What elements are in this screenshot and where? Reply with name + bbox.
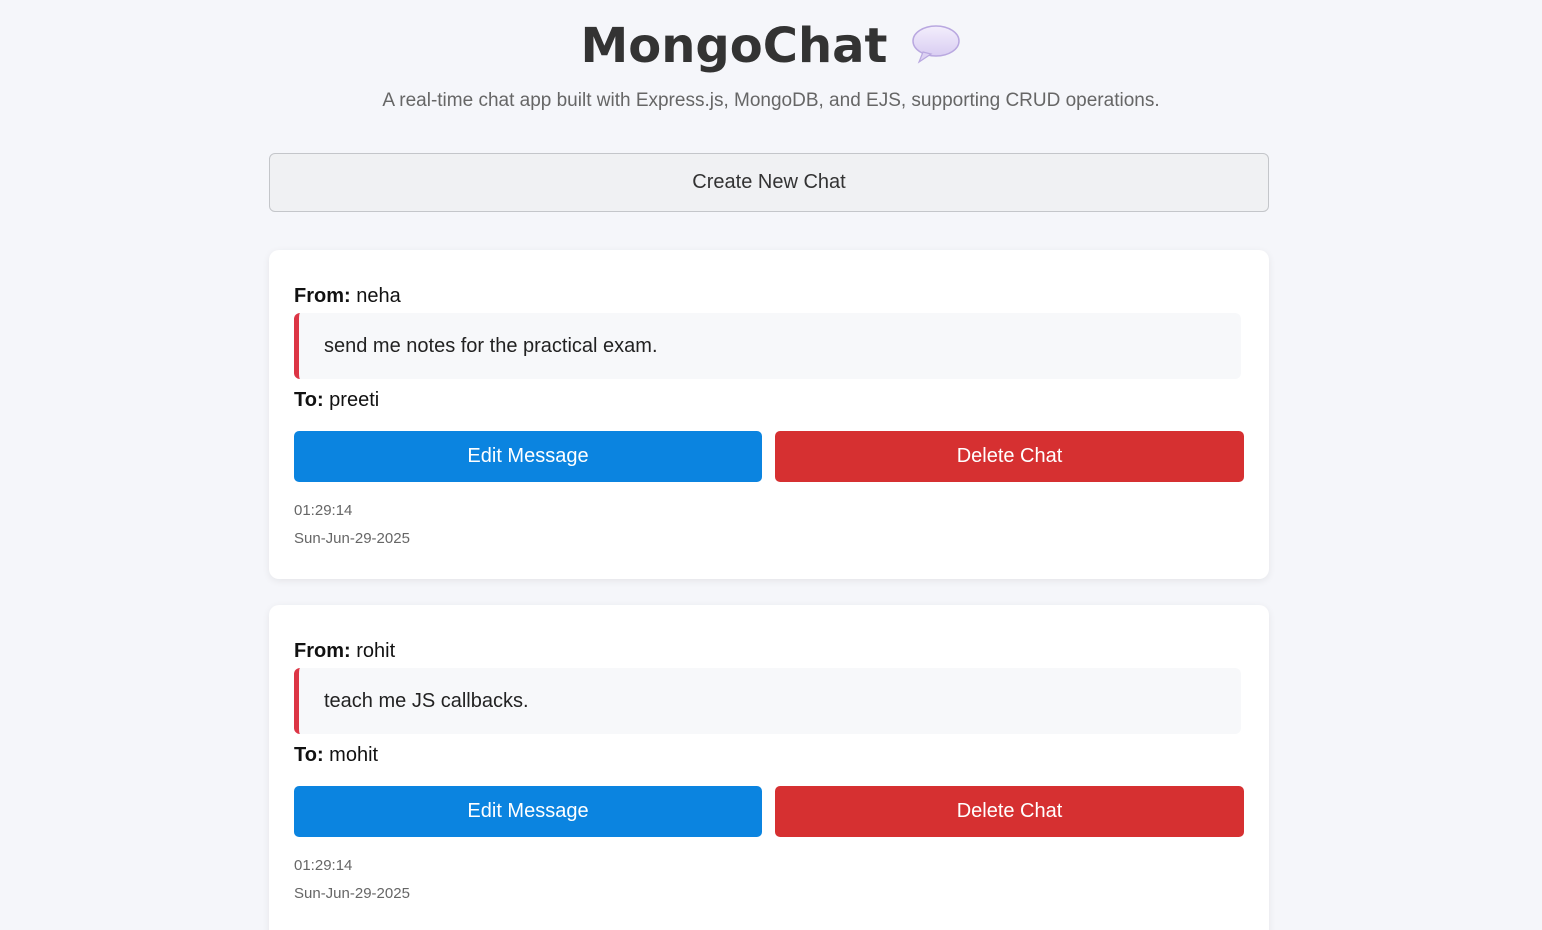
chat-time: 01:29:14: [294, 857, 353, 874]
from-value: rohit: [356, 640, 396, 662]
chat-message: send me notes for the practical exam.: [294, 313, 1241, 379]
delete-chat-button[interactable]: Delete Chat: [775, 786, 1244, 837]
from-label: From:: [294, 640, 351, 662]
to-label: To:: [294, 389, 324, 411]
app-subtitle: A real-time chat app built with Express.…: [382, 90, 1160, 111]
chat-date: Sun-Jun-29-2025: [294, 530, 410, 547]
chat-from: From: rohit: [294, 640, 395, 663]
edit-message-button[interactable]: Edit Message: [294, 431, 762, 482]
chat-to: To: mohit: [294, 744, 378, 767]
to-value: mohit: [329, 744, 379, 766]
page: MongoChat A real-time chat app built wit…: [0, 0, 1542, 930]
delete-chat-button[interactable]: Delete Chat: [775, 431, 1244, 482]
chat-card: From: rohit teach me JS callbacks. To: m…: [269, 605, 1269, 930]
chat-to: To: preeti: [294, 389, 379, 412]
chat-time: 01:29:14: [294, 502, 353, 519]
title-row: MongoChat: [0, 14, 1542, 78]
app-title: MongoChat: [580, 18, 888, 74]
edit-message-button[interactable]: Edit Message: [294, 786, 762, 837]
chat-from: From: neha: [294, 285, 401, 308]
to-label: To:: [294, 744, 324, 766]
from-value: neha: [356, 285, 401, 307]
speech-bubble-icon: [911, 24, 961, 64]
chat-date: Sun-Jun-29-2025: [294, 885, 410, 902]
to-value: preeti: [329, 389, 380, 411]
create-new-chat-button[interactable]: Create New Chat: [269, 153, 1269, 212]
chat-message: teach me JS callbacks.: [294, 668, 1241, 734]
header: MongoChat A real-time chat app built wit…: [0, 14, 1542, 112]
chat-card: From: neha send me notes for the practic…: [269, 250, 1269, 579]
from-label: From:: [294, 285, 351, 307]
